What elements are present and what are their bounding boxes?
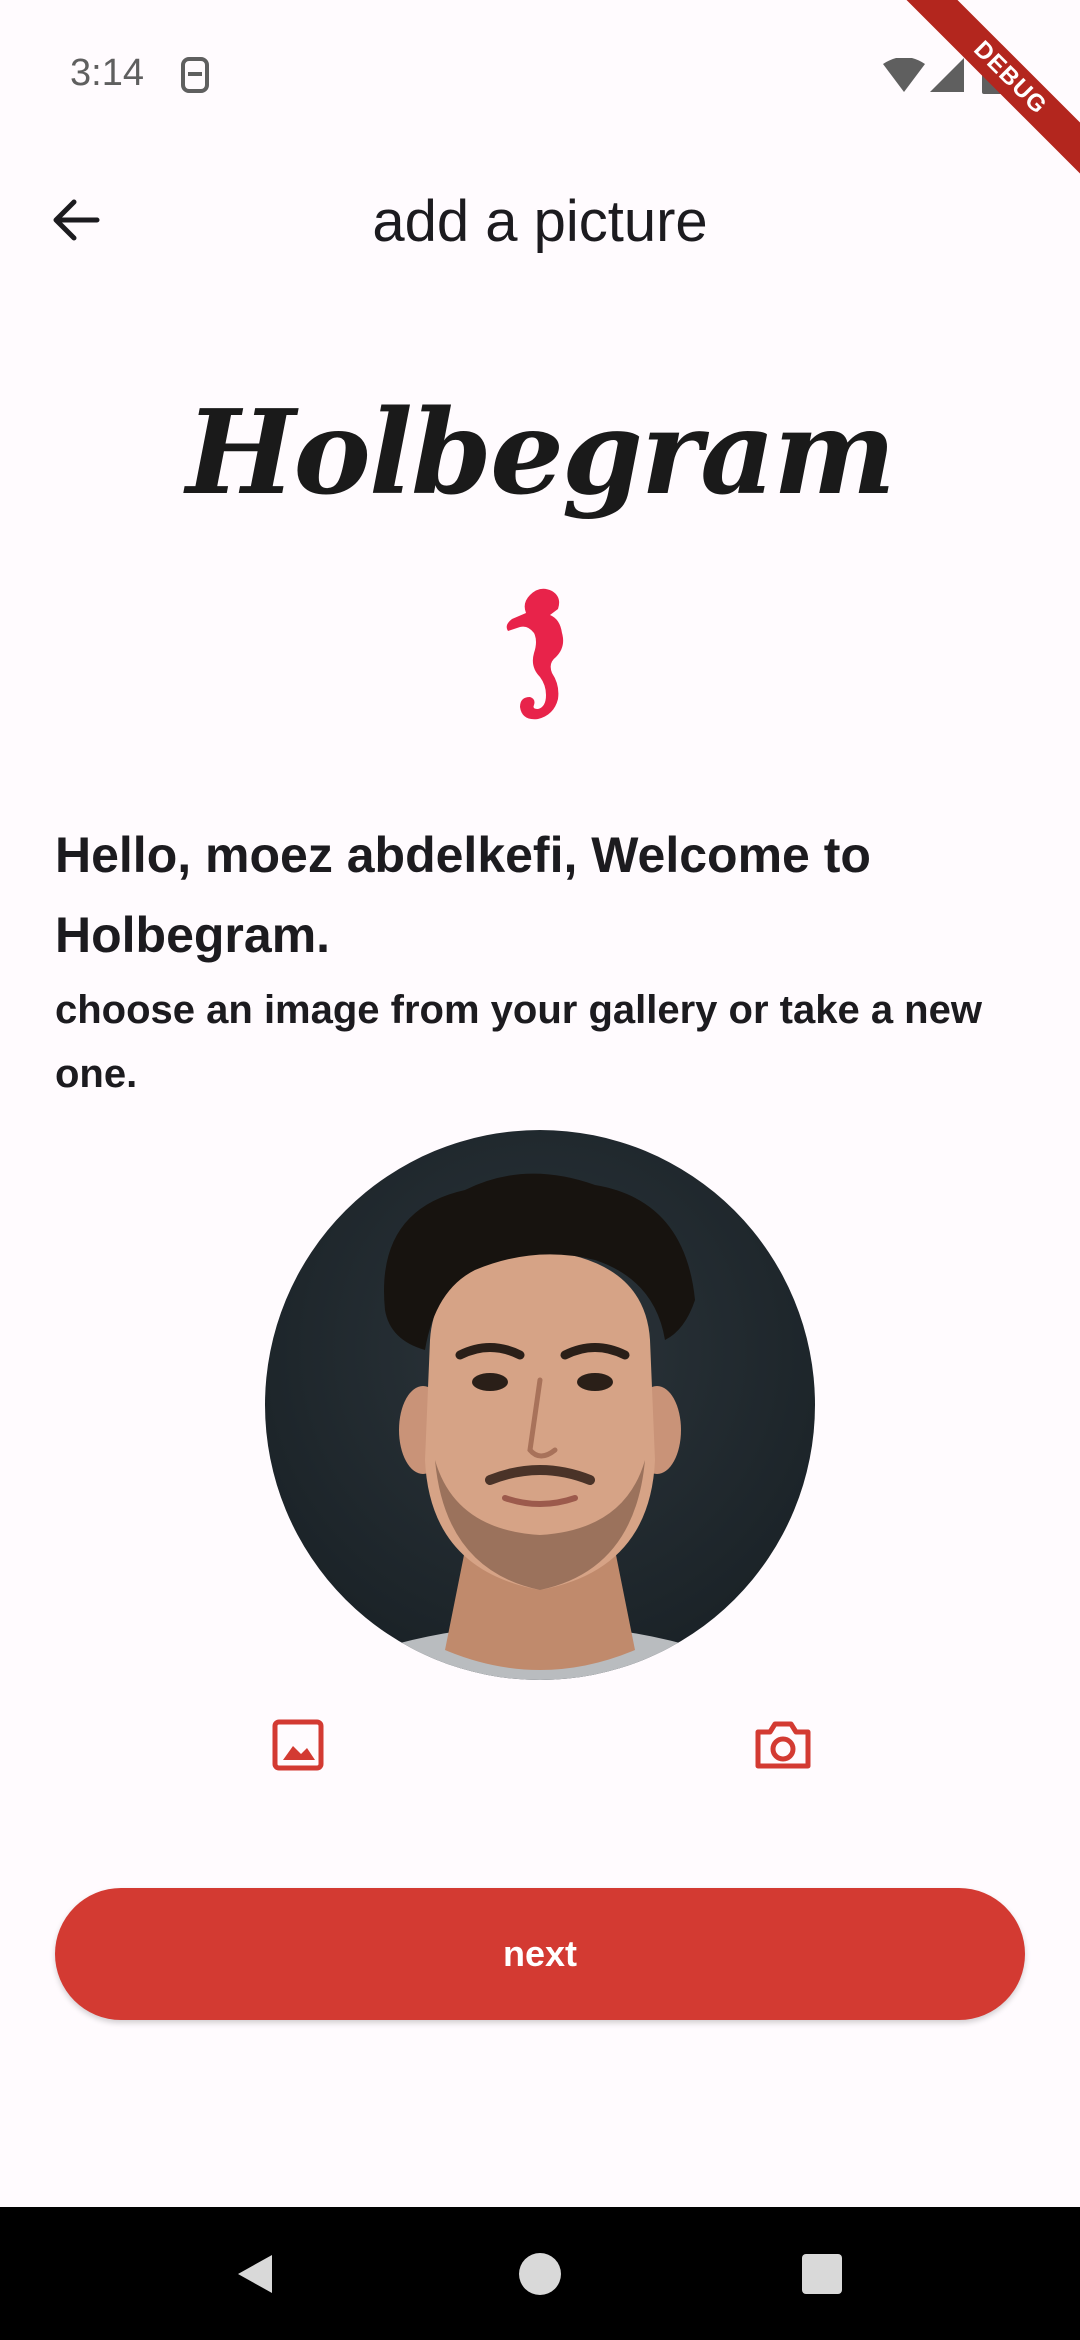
app-bar: add a picture bbox=[0, 170, 1080, 270]
gallery-icon bbox=[272, 1719, 324, 1771]
profile-picture bbox=[265, 1130, 815, 1680]
gallery-button[interactable] bbox=[268, 1715, 328, 1775]
debug-label: DEBUG bbox=[891, 0, 1080, 197]
back-triangle-icon[interactable] bbox=[232, 2249, 282, 2299]
profile-photo-illustration bbox=[375, 1173, 705, 1680]
camera-icon bbox=[755, 1721, 811, 1769]
navigation-bar bbox=[0, 2207, 1080, 2340]
page-title: add a picture bbox=[372, 189, 708, 254]
recents-square-icon[interactable] bbox=[797, 2249, 847, 2299]
seahorse-icon bbox=[506, 588, 564, 720]
next-button[interactable]: next bbox=[55, 1888, 1025, 2020]
instruction-text: choose an image from your gallery or tak… bbox=[55, 988, 982, 1096]
brand-logo-text: Holbegram bbox=[185, 385, 896, 521]
status-time: 3:14 bbox=[70, 52, 144, 94]
home-circle-icon[interactable] bbox=[515, 2249, 565, 2299]
sim-icon bbox=[181, 57, 209, 93]
greeting-text: Hello, moez abdelkefi, Welcome to Holbeg… bbox=[55, 827, 871, 963]
camera-button[interactable] bbox=[753, 1715, 813, 1775]
